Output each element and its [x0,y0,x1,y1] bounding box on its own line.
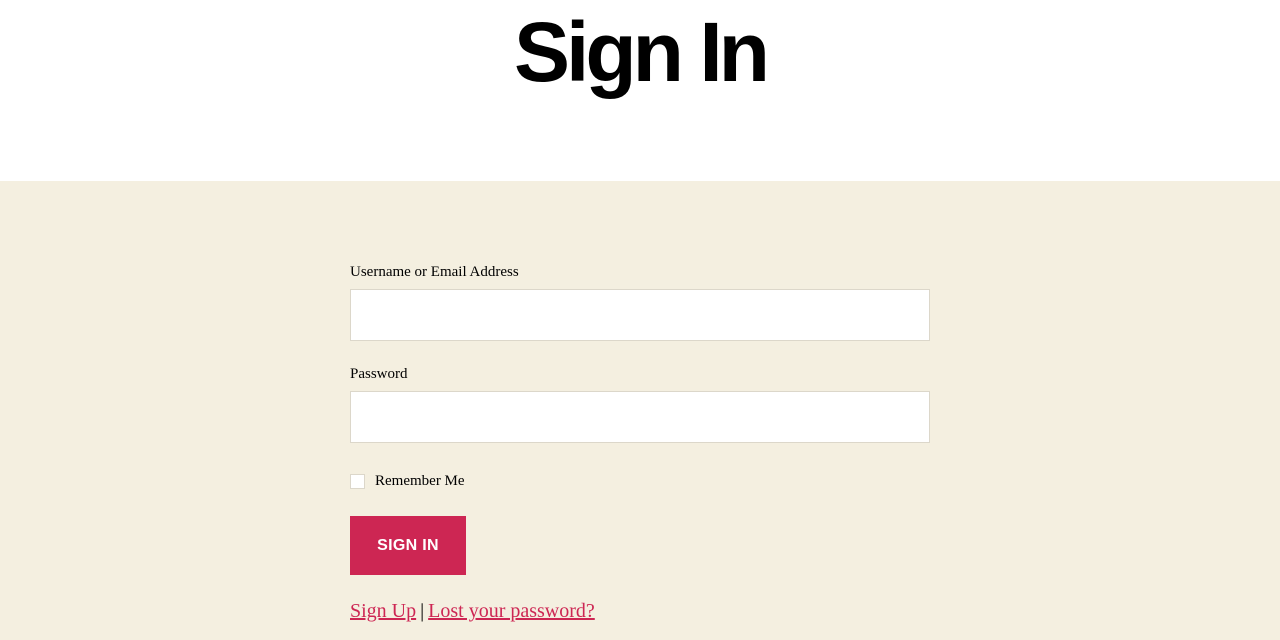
remember-me-row: Remember Me [350,471,465,491]
password-field[interactable] [350,391,930,443]
password-label: Password [350,366,408,382]
username-label: Username or Email Address [350,264,519,280]
username-field[interactable] [350,289,930,341]
remember-me-label[interactable]: Remember Me [375,473,465,490]
sign-in-button[interactable]: SIGN IN [350,516,466,575]
account-links: Sign Up | Lost your password? [350,597,595,625]
lost-password-link[interactable]: Lost your password? [428,600,595,622]
remember-me-checkbox[interactable] [350,473,365,489]
link-separator: | [420,600,425,622]
page-title: Sign In [514,5,770,99]
sign-up-link[interactable]: Sign Up [350,600,416,622]
page-header: Sign In [0,0,1280,181]
login-section: Username or Email Address Password Remem… [0,181,1280,640]
